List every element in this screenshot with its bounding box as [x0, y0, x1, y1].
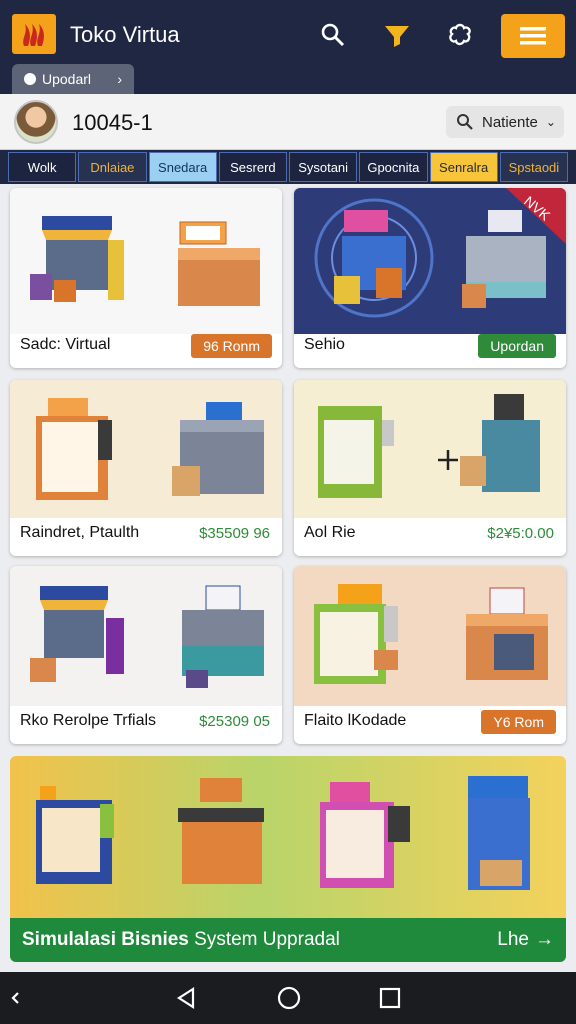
product-image — [10, 380, 282, 518]
product-image — [294, 380, 566, 518]
app-title: Toko Virtua — [70, 22, 180, 47]
home-icon[interactable] — [275, 984, 303, 1012]
user-id: 10045-1 — [72, 110, 153, 135]
category-tabs: Wolk Dnlaiae Snedara Sesrerd Sysotani Gp… — [0, 150, 576, 184]
product-image — [10, 188, 282, 334]
tab-category[interactable]: Snedara — [148, 152, 217, 182]
card-price: $2¥5:0.00 — [487, 525, 554, 542]
card-title: Sehio — [304, 336, 345, 353]
settings-icon[interactable] — [443, 18, 477, 52]
system-nav-bar — [0, 972, 576, 1024]
tab-category[interactable]: Wolk — [8, 152, 77, 182]
card-price: $25309 05 — [199, 713, 270, 730]
filter-icon[interactable] — [380, 18, 414, 52]
menu-button[interactable] — [501, 14, 565, 58]
avatar[interactable] — [14, 100, 58, 144]
product-card[interactable]: NVK Sehio Upordan — [294, 188, 566, 368]
product-card[interactable]: Aol Rie $2¥5:0.00 — [294, 380, 566, 556]
chevron-down-icon: ⌄ — [545, 115, 556, 129]
top-bar: Toko Virtua Upodarl › — [0, 0, 576, 94]
card-title: Rko Rerolpe Trfials — [20, 712, 157, 729]
update-chip[interactable]: Upodarl › — [12, 64, 134, 94]
product-card[interactable]: Rko Rerolpe Trfials $25309 05 — [10, 566, 282, 744]
tab-category[interactable]: Dnlaiae — [78, 152, 147, 182]
flame-icon — [23, 24, 44, 46]
product-card[interactable]: Sadc: Virtual 96 Ronm — [10, 188, 282, 368]
sort-dropdown[interactable]: Natiente ⌄ — [446, 106, 564, 138]
banner-image — [36, 776, 530, 890]
arrow-right-icon: → — [535, 929, 554, 950]
card-title: Sadc: Virtual — [20, 336, 111, 353]
tab-category[interactable]: Spstaodi — [499, 152, 568, 182]
tab-category[interactable]: Sysotani — [289, 152, 358, 182]
profile-row: 10045-1 Natiente ⌄ — [0, 94, 576, 150]
chip-label: Upodarl — [42, 71, 92, 87]
card-title: Raindret, Ptaulth — [20, 524, 140, 541]
app-logo — [12, 14, 56, 54]
card-badge[interactable]: Y6 Rom — [481, 710, 556, 734]
card-title: Aol Rie — [304, 524, 356, 541]
tab-category[interactable]: Gpocnita — [359, 152, 428, 182]
tab-category[interactable]: Senralra — [429, 152, 498, 182]
card-price: $35509 96 — [199, 525, 270, 542]
menu-icon — [520, 27, 546, 45]
search-icon — [457, 114, 473, 130]
product-card[interactable]: Raindret, Ptaulth $35509 96 — [10, 380, 282, 556]
card-badge[interactable]: Upordan — [478, 334, 556, 358]
product-image — [10, 566, 282, 706]
card-title: Flaito lKodade — [304, 712, 407, 729]
banner-title: Simulalasi Bisnies System Uppradal — [22, 929, 340, 950]
sort-label: Natiente — [482, 113, 538, 131]
search-icon[interactable] — [316, 18, 350, 52]
product-card[interactable]: Flaito lKodade Y6 Rom — [294, 566, 566, 744]
product-image — [294, 566, 566, 706]
product-image: NVK — [294, 188, 566, 334]
info-icon — [24, 73, 36, 85]
recents-icon[interactable] — [376, 984, 404, 1012]
chevron-left-icon[interactable] — [2, 984, 30, 1012]
chevron-right-icon: › — [117, 71, 122, 87]
promo-banner[interactable]: Simulalasi Bisnies System Uppradal Lhe → — [10, 756, 566, 962]
card-badge[interactable]: 96 Ronm — [191, 334, 272, 358]
tab-category[interactable]: Sesrerd — [218, 152, 287, 182]
banner-link[interactable]: Lhe → — [497, 929, 554, 951]
back-icon[interactable] — [172, 984, 200, 1012]
banner-bar[interactable]: Simulalasi Bisnies System Uppradal Lhe → — [10, 918, 566, 962]
